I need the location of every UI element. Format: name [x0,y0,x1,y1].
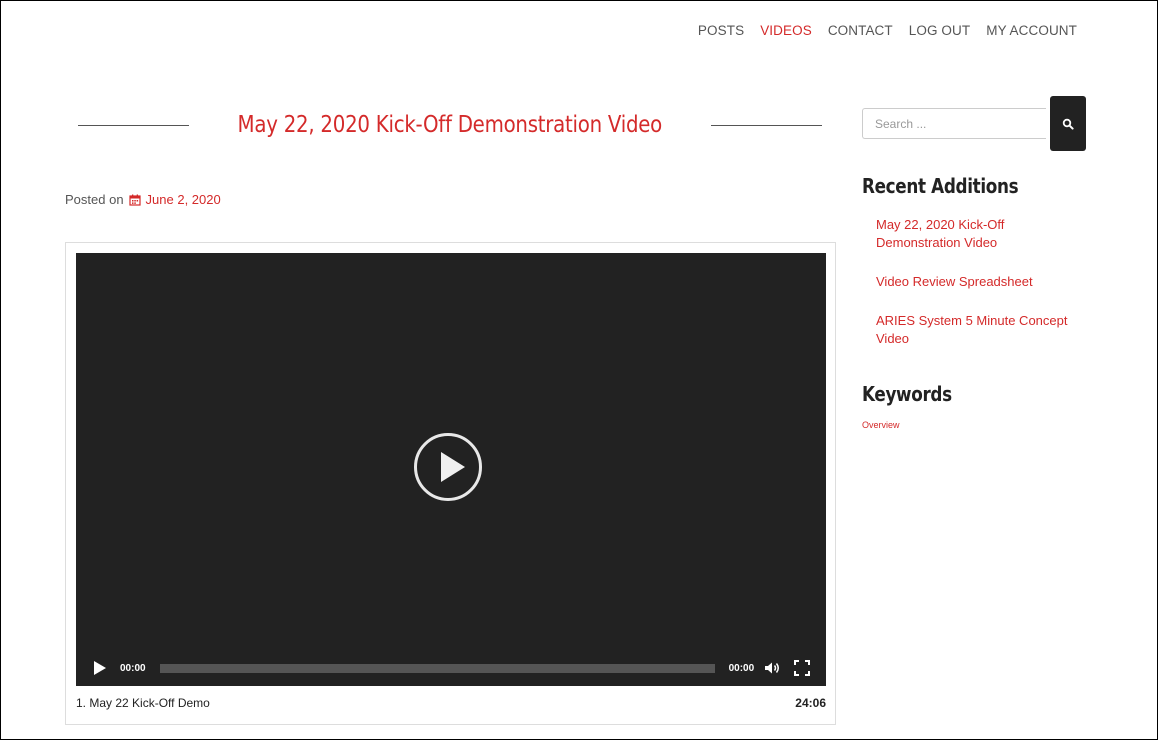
track-duration: 24:06 [795,696,826,710]
title-rule-right [710,124,822,126]
nav-my-account[interactable]: MY ACCOUNT [986,23,1077,38]
nav-posts[interactable]: POSTS [698,23,744,38]
player-controls: 00:00 00:00 [76,650,826,686]
calendar-icon [128,194,141,206]
keyword-overview[interactable]: Overview [862,420,900,430]
top-navigation: POSTS VIDEOS CONTACT LOG OUT MY ACCOUNT [698,23,1077,38]
recent-item[interactable]: May 22, 2020 Kick-Off Demonstration Vide… [876,216,1091,252]
volume-icon[interactable] [764,661,782,675]
post-title: May 22, 2020 Kick-Off Demonstration Vide… [237,112,663,138]
progress-bar[interactable] [159,663,715,673]
nav-videos[interactable]: VIDEOS [760,23,812,38]
fullscreen-icon[interactable] [794,660,811,676]
search-button[interactable] [1050,96,1086,151]
post-date: June 2, 2020 [145,192,221,207]
posted-on-label: Posted on [65,192,124,207]
track-title: 1. May 22 Kick-Off Demo [76,696,210,710]
current-time: 00:00 [120,662,146,674]
post-date-link[interactable]: June 2, 2020 [128,192,221,207]
video-playlist-card: 00:00 00:00 1. May 22 Kick-Off Demo 24:0… [65,242,836,725]
big-play-button[interactable] [414,433,482,501]
video-player[interactable]: 00:00 00:00 [76,253,826,686]
keywords-heading: Keywords [862,382,952,406]
recent-item[interactable]: ARIES System 5 Minute Concept Video [876,312,1091,348]
nav-log-out[interactable]: LOG OUT [909,23,970,38]
title-rule-left [78,124,190,126]
page-frame: POSTS VIDEOS CONTACT LOG OUT MY ACCOUNT … [0,0,1158,740]
duration-time: 00:00 [728,662,755,674]
recent-additions-list: May 22, 2020 Kick-Off Demonstration Vide… [876,216,1091,369]
recent-additions-heading: Recent Additions [862,174,1019,198]
recent-item[interactable]: Video Review Spreadsheet [876,273,1091,291]
play-icon[interactable] [94,661,106,675]
search-icon [1062,118,1074,130]
playlist-track[interactable]: 1. May 22 Kick-Off Demo 24:06 [76,696,826,710]
post-meta: Posted on June 2, 2020 [65,192,221,207]
nav-contact[interactable]: CONTACT [828,23,893,38]
post-title-row: May 22, 2020 Kick-Off Demonstration Vide… [78,105,822,145]
search-input[interactable] [862,108,1046,139]
